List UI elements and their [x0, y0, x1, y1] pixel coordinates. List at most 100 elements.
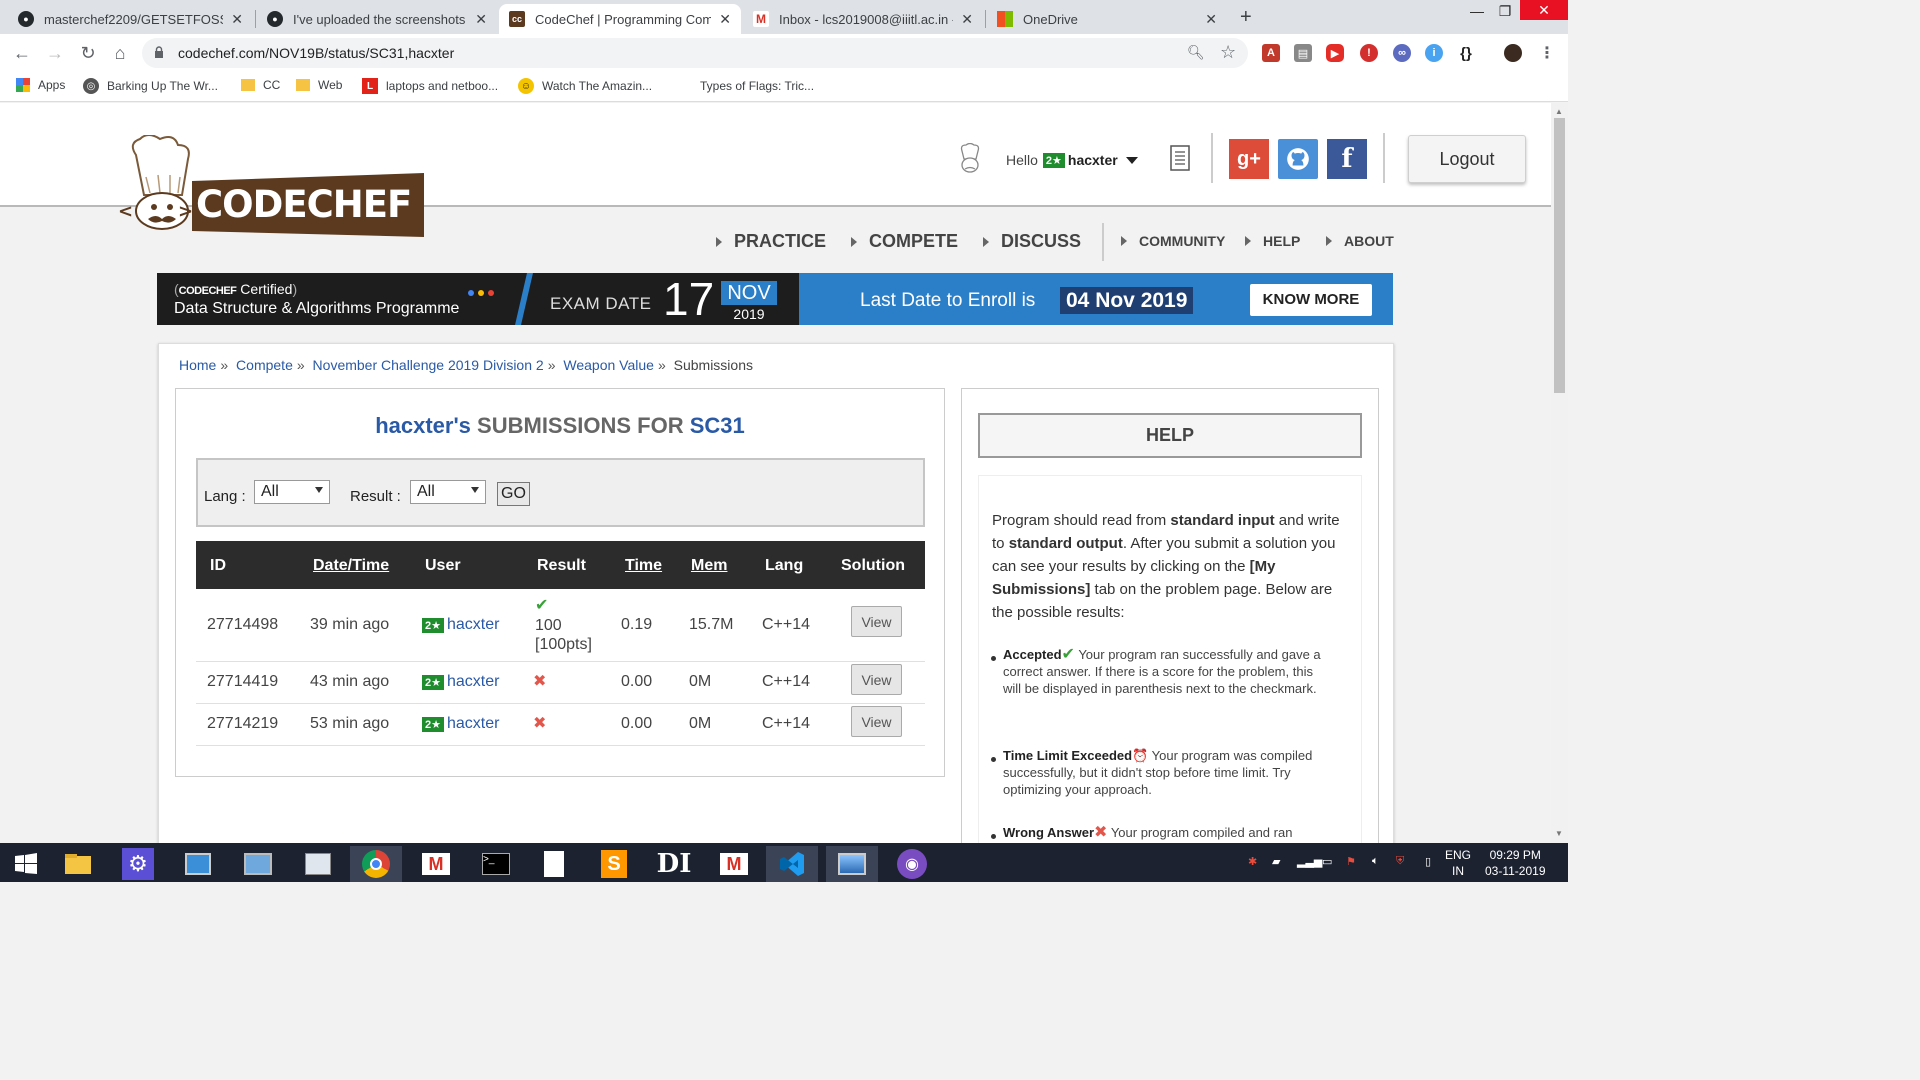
- view-button[interactable]: View: [851, 606, 902, 637]
- close-window-icon[interactable]: ✕: [1520, 0, 1568, 20]
- close-tab-icon[interactable]: ✕: [961, 11, 973, 28]
- nav-about[interactable]: ABOUT: [1326, 233, 1394, 249]
- view-button[interactable]: View: [851, 664, 902, 695]
- submission-user[interactable]: 2★ hacxter: [422, 616, 499, 634]
- bookmark-barking[interactable]: ◎ Barking Up The Wr...: [83, 78, 218, 94]
- col-datetime[interactable]: Date/Time: [313, 557, 389, 575]
- close-tab-icon[interactable]: ✕: [1205, 11, 1217, 28]
- profile-avatar-icon[interactable]: [1504, 44, 1522, 62]
- battery-icon[interactable]: ▯: [1425, 855, 1431, 868]
- photos-icon[interactable]: [826, 846, 878, 882]
- display-tray-icon[interactable]: ▭: [1322, 855, 1332, 868]
- scroll-down-icon[interactable]: ▼: [1555, 829, 1563, 838]
- nav-discuss[interactable]: DISCUSS: [983, 231, 1081, 252]
- youtube-extension-icon[interactable]: ▶: [1326, 44, 1344, 62]
- bookmark-cc[interactable]: CC: [241, 78, 280, 92]
- di-app-icon[interactable]: DI: [648, 846, 700, 882]
- scroll-thumb[interactable]: [1554, 118, 1565, 393]
- page-scrollbar[interactable]: ▲ ▼: [1551, 103, 1568, 843]
- system-clock[interactable]: 09:29 PM 03-11-2019: [1485, 847, 1546, 879]
- close-tab-icon[interactable]: ✕: [475, 11, 487, 28]
- chrome-taskbar-icon[interactable]: [350, 846, 402, 882]
- user-greeting[interactable]: Hello 2★ hacxter: [1006, 152, 1138, 168]
- know-more-button[interactable]: KNOW MORE: [1250, 284, 1372, 316]
- document-icon[interactable]: [528, 846, 580, 882]
- file-explorer-icon[interactable]: [52, 846, 104, 882]
- nav-community[interactable]: COMMUNITY: [1121, 233, 1225, 249]
- notes-icon[interactable]: [1170, 145, 1190, 171]
- breadcrumb-contest[interactable]: November Challenge 2019 Division 2: [313, 357, 544, 373]
- clipboard-extension-icon[interactable]: ▤: [1294, 44, 1312, 62]
- antivirus-tray-icon[interactable]: ✱: [1248, 855, 1257, 868]
- nav-practice[interactable]: PRACTICE: [716, 231, 826, 252]
- minimize-icon[interactable]: —: [1462, 0, 1492, 22]
- view-button[interactable]: View: [851, 706, 902, 737]
- col-time[interactable]: Time: [625, 557, 662, 575]
- bookmark-watch[interactable]: ☺ Watch The Amazin...: [518, 78, 652, 94]
- address-bar[interactable]: codechef.com/NOV19B/status/SC31,hacxter …: [142, 38, 1248, 68]
- remote-desktop-icon[interactable]: [232, 846, 284, 882]
- bookmark-apps[interactable]: Apps: [16, 78, 65, 92]
- language-indicator[interactable]: ENG IN: [1445, 847, 1471, 879]
- flag-tray-icon[interactable]: ⚑: [1346, 855, 1356, 868]
- tab-github-repo[interactable]: ● masterchef2209/GETSETFOSSCo ✕: [8, 4, 253, 34]
- bookmark-laptops[interactable]: L laptops and netboo...: [362, 78, 498, 94]
- settings-gear-icon[interactable]: ⚙: [112, 846, 164, 882]
- json-extension-icon[interactable]: {}: [1457, 44, 1475, 62]
- go-button[interactable]: GO: [497, 482, 530, 506]
- nav-compete[interactable]: COMPETE: [851, 231, 958, 252]
- bookmark-star-icon[interactable]: ☆: [1220, 42, 1236, 63]
- close-tab-icon[interactable]: ✕: [231, 11, 243, 28]
- new-tab-button[interactable]: +: [1240, 6, 1252, 29]
- reload-icon[interactable]: ↻: [78, 43, 98, 64]
- submission-user[interactable]: 2★ hacxter: [422, 715, 499, 733]
- bookmark-web[interactable]: Web: [296, 78, 342, 92]
- home-icon[interactable]: ⌂: [110, 43, 130, 64]
- breadcrumb-compete[interactable]: Compete: [236, 357, 293, 373]
- promo-banner[interactable]: (CODECHEF Certified) Data Structure & Al…: [157, 273, 1393, 325]
- zoom-icon[interactable]: 🔍︎: [1187, 44, 1205, 61]
- menu-kebab-icon[interactable]: ⋮: [1538, 44, 1556, 62]
- gmail-app-icon[interactable]: M: [708, 846, 760, 882]
- chef-avatar-icon[interactable]: [957, 143, 983, 175]
- tab-onedrive[interactable]: OneDrive ✕: [987, 4, 1227, 34]
- restore-icon[interactable]: ❐: [1490, 0, 1520, 22]
- result-select[interactable]: All: [410, 480, 486, 504]
- tab-github-issue[interactable]: ● I've uploaded the screenshots by ✕: [257, 4, 497, 34]
- sublime-text-icon[interactable]: S: [588, 846, 640, 882]
- github-desktop-icon[interactable]: ◉: [886, 846, 938, 882]
- back-icon[interactable]: ←: [12, 43, 32, 64]
- lang-select[interactable]: All: [254, 480, 330, 504]
- chevron-down-icon[interactable]: [1125, 156, 1138, 164]
- tab-codechef[interactable]: cc CodeChef | Programming Compe ✕: [499, 4, 741, 34]
- eyes-extension-icon[interactable]: ∞: [1393, 44, 1411, 62]
- forward-icon[interactable]: →: [45, 43, 65, 64]
- close-tab-icon[interactable]: ✕: [719, 11, 731, 28]
- vscode-icon[interactable]: [766, 846, 818, 882]
- volume-icon[interactable]: 🔈︎: [1372, 855, 1379, 868]
- google-plus-icon[interactable]: g+: [1229, 139, 1269, 179]
- task-manager-icon[interactable]: [292, 846, 344, 882]
- pdf-extension-icon[interactable]: A: [1262, 44, 1280, 62]
- security-tray-icon[interactable]: ⛨: [1396, 855, 1404, 868]
- breadcrumb-problem[interactable]: Weapon Value: [563, 357, 654, 373]
- wifi-signal-icon[interactable]: ▂▃▅: [1297, 855, 1322, 868]
- submission-user[interactable]: 2★ hacxter: [422, 673, 499, 691]
- control-panel-icon[interactable]: [172, 846, 224, 882]
- tab-gmail[interactable]: M Inbox - lcs2019008@iiitl.ac.in - In ✕: [743, 4, 983, 34]
- facebook-icon[interactable]: f: [1327, 139, 1367, 179]
- breadcrumb-home[interactable]: Home: [179, 357, 216, 373]
- bookmark-flags[interactable]: Types of Flags: Tric...: [676, 78, 814, 94]
- scroll-up-icon[interactable]: ▲: [1555, 107, 1563, 116]
- info-extension-icon[interactable]: i: [1425, 44, 1443, 62]
- col-mem[interactable]: Mem: [691, 557, 727, 575]
- notification-extension-icon[interactable]: !: [1360, 44, 1378, 62]
- windows-start-icon[interactable]: [0, 846, 52, 882]
- nav-help[interactable]: HELP: [1245, 233, 1300, 249]
- terminal-icon[interactable]: >_: [470, 846, 522, 882]
- gmail-taskbar-icon[interactable]: M: [410, 846, 462, 882]
- logout-button[interactable]: Logout: [1408, 135, 1526, 183]
- network-tray-icon[interactable]: ▰: [1272, 855, 1280, 868]
- lock-icon: [155, 46, 163, 58]
- github-social-icon[interactable]: [1278, 139, 1318, 179]
